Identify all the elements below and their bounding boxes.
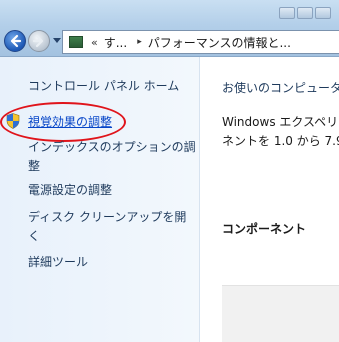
score-table (222, 285, 339, 342)
power-settings-link[interactable]: 電源設定の調整 (28, 181, 112, 200)
close-button[interactable] (315, 7, 331, 19)
indexing-options-link[interactable]: インデックスのオプションの調整 (28, 138, 196, 176)
description-line-2: ネントを 1.0 から 7.9 (222, 134, 339, 148)
performance-icon (69, 36, 83, 48)
disk-cleanup-link[interactable]: ディスク クリーンアップを開く (28, 208, 196, 246)
maximize-button[interactable] (297, 7, 313, 19)
recent-pages-dropdown[interactable] (53, 38, 61, 43)
main-content: お使いのコンピュータ Windows エクスペリ ネントを 1.0 から 7.9… (200, 57, 339, 342)
address-bar[interactable]: « す... ▸ パフォーマンスの情報と... (62, 30, 339, 54)
forward-arrow-icon (32, 34, 44, 48)
advanced-tools-link[interactable]: 詳細ツール (28, 253, 88, 272)
forward-button[interactable] (28, 30, 50, 52)
red-highlight-circle (0, 102, 126, 142)
back-arrow-icon (10, 34, 22, 48)
breadcrumb-performance[interactable]: パフォーマンスの情報と... (148, 34, 291, 51)
back-button[interactable] (4, 30, 26, 52)
title-bar: « す... ▸ パフォーマンスの情報と... (0, 0, 339, 57)
control-panel-home-link[interactable]: コントロール パネル ホーム (28, 77, 179, 96)
component-column-header: コンポーネント (222, 222, 307, 236)
breadcrumb-system[interactable]: す... (104, 34, 127, 51)
address-overflow-chevron[interactable]: « (91, 36, 98, 49)
intro-text: お使いのコンピュータ (222, 81, 339, 95)
minimize-button[interactable] (279, 7, 295, 19)
description-line-1: Windows エクスペリ (222, 115, 339, 129)
task-pane: コントロール パネル ホーム 視覚効果の調整 インデックスのオプションの調整 電… (0, 57, 200, 342)
breadcrumb-separator[interactable]: ▸ (137, 37, 142, 47)
window-controls (279, 7, 331, 19)
